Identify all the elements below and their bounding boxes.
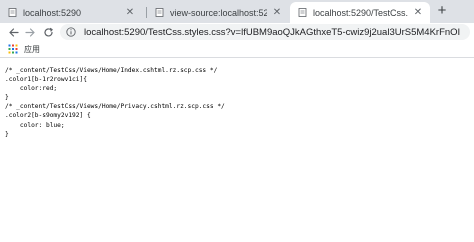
tab-title: localhost:5290 (23, 7, 82, 18)
code-line: color:red; (5, 85, 58, 93)
page-icon (8, 8, 17, 17)
toolbar: localhost:5290/TestCss.styles.css?v=lfUB… (0, 23, 474, 41)
tab-title: localhost:5290/TestCss.styles.c (313, 7, 408, 18)
page-content: /* _content/TestCss/Views/Home/Index.csh… (0, 66, 474, 242)
tab-localhost[interactable]: localhost:5290 ✕ (0, 2, 142, 23)
code-line: } (5, 130, 9, 138)
tab-view-source[interactable]: view-source:localhost:5290 ✕ (147, 2, 289, 23)
code-line: /* _content/TestCss/Views/Home/Index.csh… (5, 67, 218, 74)
close-icon[interactable]: ✕ (271, 7, 283, 19)
close-icon[interactable]: ✕ (412, 7, 424, 19)
tab-strip: localhost:5290 ✕ view-source:localhost:5… (0, 0, 474, 23)
new-tab-button[interactable]: + (434, 3, 450, 19)
css-source: /* _content/TestCss/Views/Home/Index.csh… (5, 66, 474, 139)
address-bar[interactable]: localhost:5290/TestCss.styles.css?v=lfUB… (60, 24, 470, 40)
reload-button[interactable] (41, 25, 55, 39)
tab-title: view-source:localhost:5290 (170, 7, 267, 18)
back-button[interactable] (6, 25, 20, 39)
page-icon (298, 8, 307, 17)
tab-styles-css[interactable]: localhost:5290/TestCss.styles.c ✕ (290, 2, 430, 23)
bookmarks-bar: 应用 (0, 41, 474, 58)
code-line: /* _content/TestCss/Views/Home/Privacy.c… (5, 103, 225, 111)
arrow-right-icon (24, 27, 35, 37)
info-icon[interactable] (66, 27, 76, 37)
code-line: color: blue; (5, 121, 65, 129)
close-icon[interactable]: ✕ (124, 7, 136, 19)
apps-grid-icon[interactable] (8, 44, 18, 54)
arrow-left-icon (8, 27, 19, 37)
url-text: localhost:5290/TestCss.styles.css?v=lfUB… (84, 26, 461, 38)
apps-link[interactable]: 应用 (24, 44, 40, 55)
page-icon (155, 8, 164, 17)
reload-icon (43, 27, 53, 37)
forward-button[interactable] (23, 25, 37, 39)
code-line: .color1[b-1r2rowv1ci]{ (5, 76, 87, 84)
code-line: } (5, 94, 9, 102)
code-line: .color2[b-s9omy2v192] { (5, 112, 91, 120)
